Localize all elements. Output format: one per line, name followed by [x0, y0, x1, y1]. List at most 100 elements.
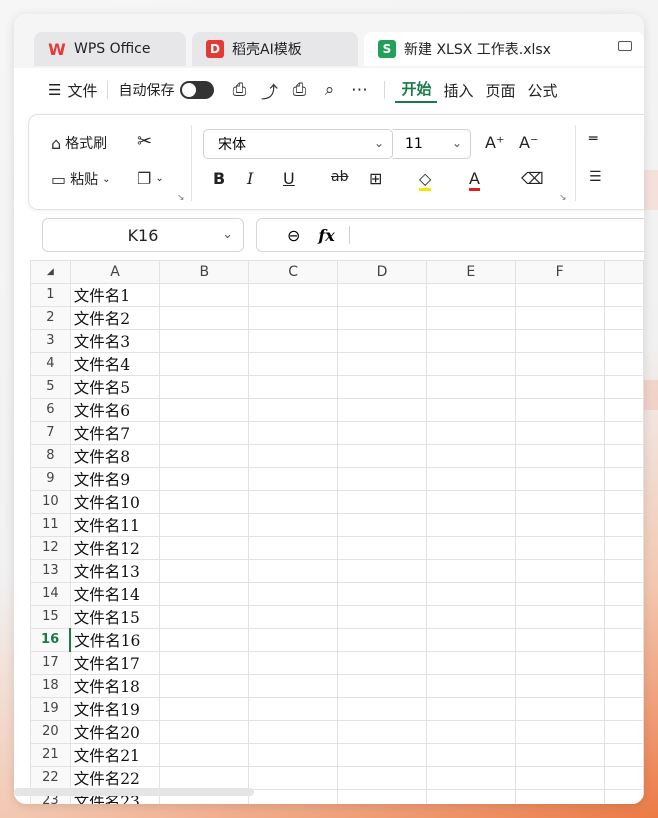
row-header[interactable]: 21: [30, 742, 71, 767]
row-header[interactable]: 8: [30, 443, 71, 468]
cell[interactable]: [514, 512, 605, 537]
cell[interactable]: [337, 673, 427, 698]
cell[interactable]: 文件名4: [69, 351, 161, 376]
row-header[interactable]: 19: [30, 696, 71, 721]
cell[interactable]: 文件名12: [69, 535, 161, 560]
zoom-icon[interactable]: ⊖: [287, 226, 300, 245]
cell[interactable]: [248, 466, 339, 491]
cell[interactable]: [425, 696, 516, 721]
format-painter-button[interactable]: ⌂ 格式刷: [51, 133, 107, 153]
cell[interactable]: [514, 650, 605, 675]
more-icon[interactable]: ⋯: [344, 80, 374, 100]
cell[interactable]: [159, 305, 250, 330]
cell[interactable]: 文件名5: [69, 374, 161, 399]
column-header[interactable]: B: [159, 260, 250, 284]
cell[interactable]: [514, 581, 605, 606]
tab-home[interactable]: 开始: [395, 78, 438, 103]
row-header[interactable]: 7: [30, 420, 71, 445]
cell[interactable]: [248, 397, 339, 422]
cell[interactable]: [514, 627, 605, 652]
cell[interactable]: [337, 466, 427, 491]
cell[interactable]: [337, 328, 427, 353]
cell[interactable]: [248, 535, 339, 560]
cell[interactable]: [514, 788, 605, 804]
cell[interactable]: [425, 466, 516, 491]
row-header[interactable]: 20: [30, 719, 71, 744]
cell[interactable]: [337, 351, 427, 376]
cell[interactable]: [514, 604, 605, 629]
cell[interactable]: 文件名19: [69, 696, 161, 721]
row-header[interactable]: 18: [30, 673, 71, 698]
cell[interactable]: [514, 558, 605, 583]
cell[interactable]: [159, 420, 250, 445]
tab-wps-office[interactable]: W WPS Office: [34, 32, 186, 66]
autosave-toggle[interactable]: 自动保存: [118, 80, 215, 100]
row-header[interactable]: 9: [30, 466, 71, 491]
tab-spreadsheet[interactable]: S 新建 XLSX 工作表.xlsx: [364, 32, 644, 66]
cell[interactable]: [425, 650, 516, 675]
cell[interactable]: [337, 696, 427, 721]
cell[interactable]: [603, 535, 644, 560]
cell[interactable]: [603, 719, 644, 744]
cell[interactable]: [248, 489, 339, 514]
column-header[interactable]: C: [248, 260, 339, 284]
cell[interactable]: 文件名11: [69, 512, 161, 537]
cell[interactable]: 文件名16: [69, 627, 161, 652]
expand-corner-icon[interactable]: ↘: [559, 193, 567, 203]
cell[interactable]: [603, 351, 644, 376]
cell[interactable]: 文件名20: [69, 719, 161, 744]
cell[interactable]: [159, 397, 250, 422]
column-header[interactable]: F: [514, 260, 605, 284]
cell[interactable]: [159, 696, 250, 721]
cell[interactable]: [159, 535, 250, 560]
cell[interactable]: [514, 696, 605, 721]
cell[interactable]: [159, 650, 250, 675]
cell[interactable]: [603, 512, 644, 537]
cell[interactable]: [159, 604, 250, 629]
cell[interactable]: [514, 397, 605, 422]
cell[interactable]: [603, 466, 644, 491]
cell[interactable]: [248, 443, 339, 468]
export-icon[interactable]: ⤴: [254, 78, 284, 103]
strikethrough-button[interactable]: ab: [331, 169, 348, 185]
decrease-font-icon[interactable]: A⁻: [519, 133, 538, 152]
cell[interactable]: [248, 374, 339, 399]
cell[interactable]: [514, 328, 605, 353]
cell[interactable]: [337, 535, 427, 560]
cell[interactable]: [159, 282, 250, 307]
cell[interactable]: [337, 558, 427, 583]
monitor-icon[interactable]: [618, 41, 632, 51]
row-header[interactable]: 13: [30, 558, 71, 583]
cell[interactable]: [159, 742, 250, 767]
row-header[interactable]: 16: [30, 627, 72, 652]
cell[interactable]: [514, 489, 605, 514]
cell[interactable]: [337, 443, 427, 468]
cell[interactable]: [425, 788, 516, 804]
column-header[interactable]: D: [337, 260, 427, 284]
cell[interactable]: [514, 420, 605, 445]
function-icon[interactable]: fx: [318, 226, 334, 245]
tab-docer-ai-template[interactable]: D 稻壳AI模板: [192, 32, 358, 66]
clear-format-icon[interactable]: ⌫: [521, 169, 544, 188]
tab-formula[interactable]: 公式: [522, 80, 564, 101]
tab-insert[interactable]: 插入: [437, 80, 479, 101]
cell[interactable]: [159, 374, 250, 399]
cell[interactable]: [514, 535, 605, 560]
cell[interactable]: [603, 282, 644, 307]
cell[interactable]: [425, 374, 516, 399]
cell[interactable]: [248, 719, 339, 744]
cell[interactable]: [248, 558, 339, 583]
cell[interactable]: [159, 489, 250, 514]
cell[interactable]: [603, 765, 644, 790]
expand-corner-icon[interactable]: ↘: [177, 193, 185, 203]
column-header[interactable]: A: [69, 260, 161, 284]
cell[interactable]: [337, 627, 427, 652]
cell[interactable]: [337, 305, 427, 330]
cell[interactable]: 文件名6: [69, 397, 161, 422]
cell[interactable]: [248, 328, 339, 353]
formula-bar[interactable]: ⊖ fx: [256, 218, 644, 252]
cell[interactable]: [514, 673, 605, 698]
cell[interactable]: [603, 489, 644, 514]
cell[interactable]: [248, 742, 339, 767]
cell[interactable]: [248, 581, 339, 606]
